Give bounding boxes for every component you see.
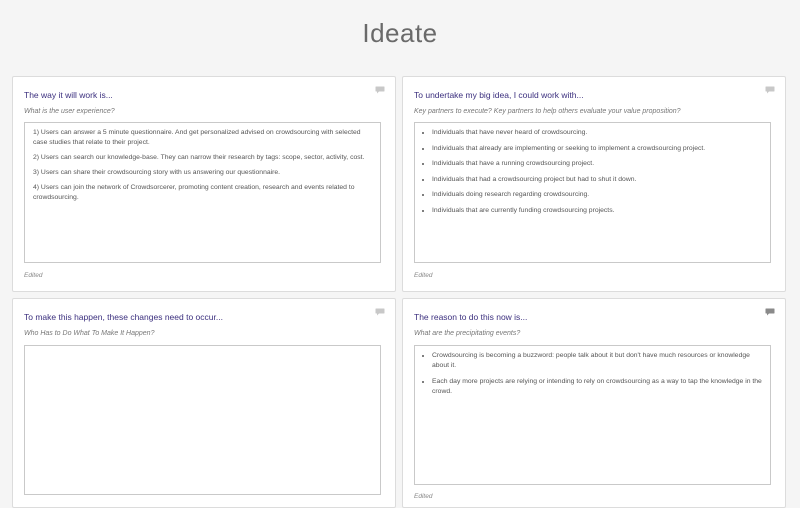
card-title: To undertake my big idea, I could work w… (414, 90, 584, 100)
list-item: Individuals that have never heard of cro… (432, 128, 762, 138)
answer-list: Crowdsourcing is becoming a buzzword: pe… (423, 351, 762, 397)
answer-list: Individuals that have never heard of cro… (423, 128, 762, 216)
edited-status: Edited (24, 272, 43, 279)
card-subtitle: What is the user experience? (24, 108, 115, 115)
list-item: Individuals that had a crowdsourcing pro… (432, 175, 762, 185)
answer-paragraph: 1) Users can answer a 5 minute questionn… (33, 129, 361, 146)
answer-paragraph: 4) Users can join the network of Crowdso… (33, 184, 355, 201)
comment-icon[interactable] (375, 308, 385, 316)
card-reason-now: The reason to do this now is... What are… (402, 298, 786, 508)
answer-field[interactable]: Crowdsourcing is becoming a buzzword: pe… (414, 345, 771, 485)
list-item: Individuals that already are implementin… (432, 144, 762, 154)
list-item: Individuals that are currently funding c… (432, 206, 762, 216)
card-subtitle: What are the precipitating events? (414, 330, 521, 337)
card-key-partners: To undertake my big idea, I could work w… (402, 76, 786, 292)
card-user-experience: The way it will work is... What is the u… (12, 76, 396, 292)
list-item: Individuals that have a running crowdsou… (432, 159, 762, 169)
card-subtitle: Key partners to execute? Key partners to… (414, 108, 681, 115)
card-subtitle: Who Has to Do What To Make It Happen? (24, 330, 155, 337)
list-item: Crowdsourcing is becoming a buzzword: pe… (432, 351, 762, 371)
list-item: Individuals doing research regarding cro… (432, 190, 762, 200)
page-title: Ideate (362, 18, 438, 48)
answer-field[interactable]: 1) Users can answer a 5 minute questionn… (24, 122, 381, 263)
edited-status: Edited (414, 272, 433, 279)
edited-status: Edited (414, 493, 433, 500)
answer-paragraph: 2) Users can search our knowledge-base. … (33, 154, 365, 161)
answer-field[interactable]: Individuals that have never heard of cro… (414, 122, 771, 263)
list-item: Each day more projects are relying or in… (432, 377, 762, 397)
comment-icon-filled[interactable] (765, 308, 775, 316)
answer-paragraph: 3) Users can share their crowdsourcing s… (33, 169, 281, 176)
comment-icon[interactable] (375, 86, 385, 94)
comment-icon[interactable] (765, 86, 775, 94)
card-title: To make this happen, these changes need … (24, 312, 223, 322)
card-title: The reason to do this now is... (414, 312, 528, 322)
card-changes-needed: To make this happen, these changes need … (12, 298, 396, 508)
card-title: The way it will work is... (24, 90, 113, 100)
answer-field[interactable] (24, 345, 381, 495)
